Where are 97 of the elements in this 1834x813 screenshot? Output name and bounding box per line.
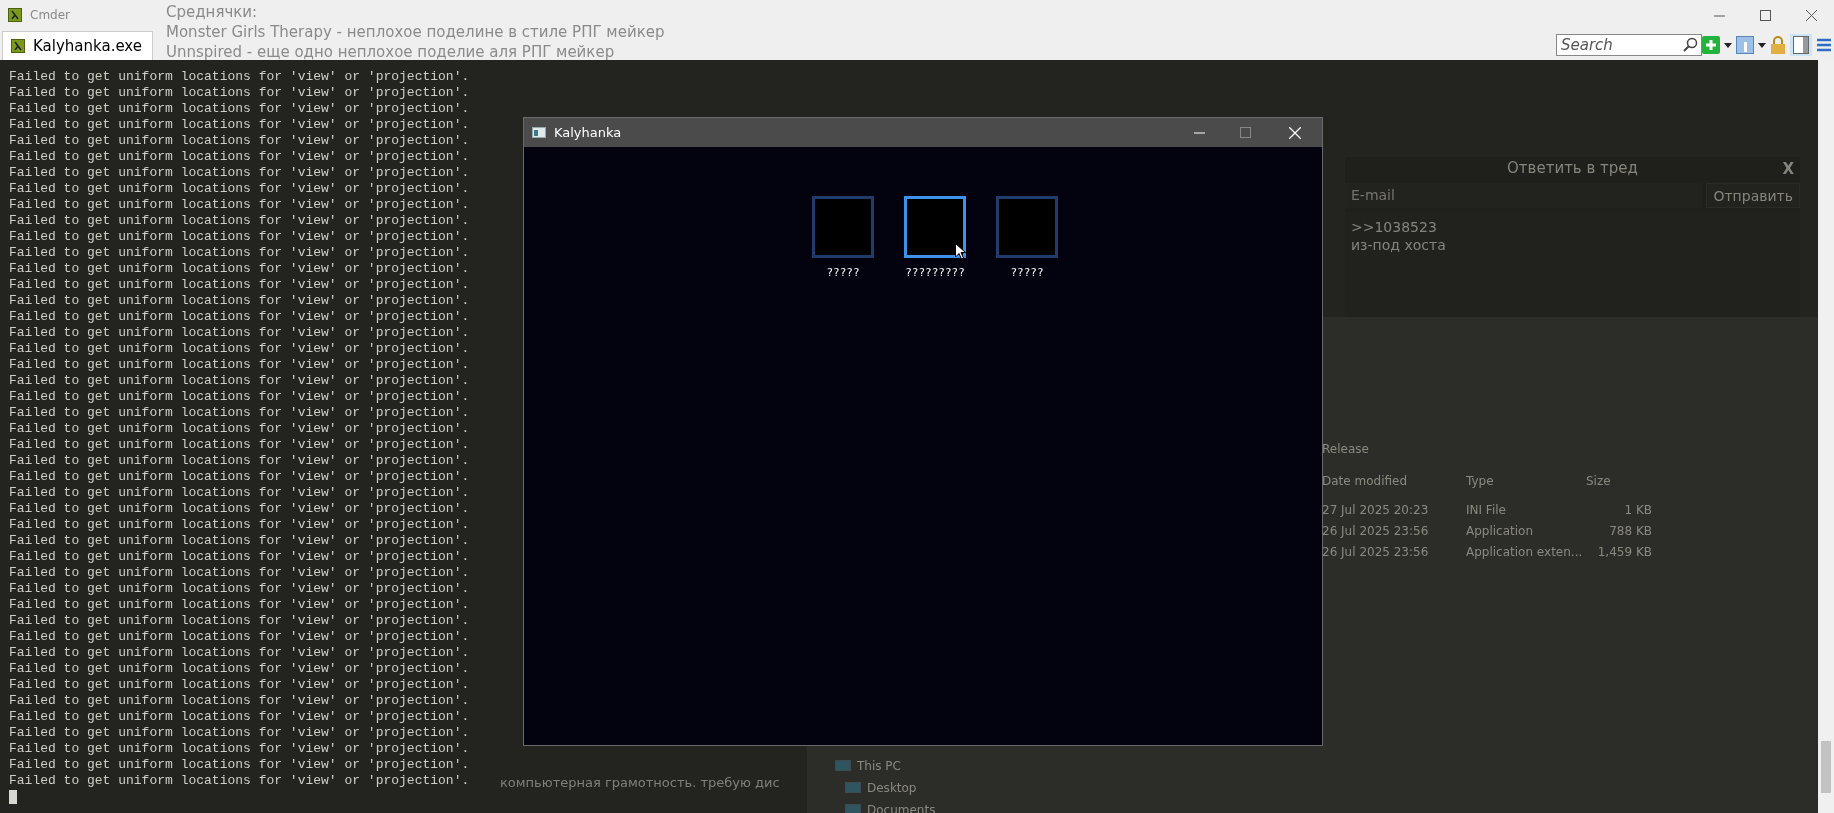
console-line: Failed to get uniform locations for 'view' or 'projection'. [9,725,470,741]
console-line: Failed to get uniform locations for 'view' or 'projection'. [9,645,470,661]
app-icon [8,8,22,22]
console-line: Failed to get uniform locations for 'view' or 'projection'. [9,165,470,181]
table-cell-text: 1 KB [1624,502,1652,519]
table-cell-text: Application exten... [1466,544,1583,561]
scrollbar-thumb[interactable] [1821,741,1831,793]
close-icon [1289,126,1301,139]
console-line: Failed to get uniform locations for 'view' or 'projection'. [9,757,470,773]
console-line: Failed to get uniform locations for 'view' or 'projection'. [9,597,470,613]
caret-icon[interactable] [1724,42,1732,48]
slot-frame[interactable] [904,196,966,258]
folder-title: Release [1322,441,1369,458]
scrollbar[interactable] [1818,60,1834,813]
app-icon [532,127,546,138]
folder-icon [845,781,861,795]
console-line: Failed to get uniform locations for 'view' or 'projection'. [9,133,470,149]
console-line: Failed to get uniform locations for 'view' or 'projection'. [9,469,470,485]
maximize-icon [1759,9,1771,21]
console-line: Failed to get uniform locations for 'view' or 'projection'. [9,69,470,85]
console-line: Failed to get uniform locations for 'view' or 'projection'. [9,501,470,517]
console-line: Failed to get uniform locations for 'view' or 'projection'. [9,533,470,549]
send-button[interactable]: Отправить [1706,183,1800,208]
console-line: Failed to get uniform locations for 'view' or 'projection'. [9,453,470,469]
background-text: Monster Girls Therapy - неплохое поделине в стиле РПГ мейкер [166,22,665,42]
background-text: Unnspired - еще одно неплохое поделие аля РПГ мейкер [166,42,615,62]
console-line: Failed to get uniform locations for 'view' or 'projection'. [9,629,470,645]
computer-icon [835,759,851,773]
console-line: Failed to get uniform locations for 'view' or 'projection'. [9,229,470,245]
console-line: Failed to get uniform locations for 'view' or 'projection'. [9,485,470,501]
console-line: Failed to get uniform locations for 'view' or 'projection'. [9,613,470,629]
background-text: Среднячки: [166,2,258,22]
console-line: Failed to get uniform locations for 'view' or 'projection'. [9,261,470,277]
search-icon[interactable] [1682,37,1698,53]
console-line: Failed to get uniform locations for 'view' or 'projection'. [9,581,470,597]
cursor-icon [9,790,17,804]
window-title: Kalyhanka [554,123,622,142]
console-line: Failed to get uniform locations for 'view' or 'projection'. [9,293,470,309]
nav-item[interactable]: This PC [857,755,901,777]
console-line: Failed to get uniform locations for 'view' or 'projection'. [9,277,470,293]
console-line: Failed to get uniform locations for 'view' or 'projection'. [9,149,470,165]
panel-icon[interactable] [1790,34,1812,56]
table-cell-text: INI File [1466,502,1506,519]
maximize-icon [1239,127,1251,138]
console-line: Failed to get uniform locations for 'view' or 'projection'. [9,709,470,725]
console-line: Failed to get uniform locations for 'view' or 'projection'. [9,565,470,581]
console-line: Failed to get uniform locations for 'view' or 'projection'. [9,325,470,341]
console-line: Failed to get uniform locations for 'view' or 'projection'. [9,661,470,677]
message-text: из-под хоста [1351,236,1447,254]
close-button[interactable]: X [1782,158,1794,181]
console-line: Failed to get uniform locations for 'view' or 'projection'. [9,421,470,437]
console-line: Failed to get uniform locations for 'view' or 'projection'. [9,405,470,421]
background-text: компьютерная грамотность. требую дис [500,774,780,792]
console-line: Failed to get uniform locations for 'view' or 'projection'. [9,693,470,709]
window-title: Cmder [30,7,70,24]
message-text: >>1038523 [1351,218,1438,236]
console-line: Failed to get uniform locations for 'view' or 'projection'. [9,389,470,405]
terminal-tab[interactable]: Kalyhanka.exe [2,31,153,60]
console-line: Failed to get uniform locations for 'view' or 'projection'. [9,549,470,565]
folder-icon [845,803,861,813]
menu-icon[interactable] [1816,37,1832,53]
caret-icon[interactable] [1758,42,1766,48]
column-header: Date modified [1322,473,1408,490]
console-line: Failed to get uniform locations for 'view' or 'projection'. [9,213,470,229]
slot-label: ????? [1010,265,1044,281]
console-line: Failed to get uniform locations for 'view' or 'projection'. [9,117,470,133]
console-line: Failed to get uniform locations for 'view' or 'projection'. [9,197,470,213]
console-line: Failed to get uniform locations for 'view' or 'projection'. [9,773,470,789]
table-cell-text: 26 Jul 2025 23:56 [1322,523,1429,540]
console-line: Failed to get uniform locations for 'view' or 'projection'. [9,181,470,197]
table-cell-text: 27 Jul 2025 20:23 [1322,502,1429,519]
slot-label: ????? [826,265,860,281]
console-line: Failed to get uniform locations for 'view' or 'projection'. [9,357,470,373]
table-cell-text: 1,459 KB [1597,544,1652,561]
app-icon [11,39,25,53]
console-line: Failed to get uniform locations for 'view' or 'projection'. [9,373,470,389]
slot-label: ????????? [905,265,965,281]
column-header: Type [1466,473,1494,490]
console-line: Failed to get uniform locations for 'view' or 'projection'. [9,85,470,101]
panel-title: Ответить в тред [1507,157,1638,179]
console-line: Failed to get uniform locations for 'view' or 'projection'. [9,677,470,693]
column-header: Size [1586,473,1611,490]
console-line: Failed to get uniform locations for 'view' or 'projection'. [9,245,470,261]
console-line: Failed to get uniform locations for 'view' or 'projection'. [9,101,470,117]
cursor-icon [955,243,966,260]
close-icon [1805,9,1817,21]
console-line: Failed to get uniform locations for 'view' or 'projection'. [9,741,470,757]
console-line: Failed to get uniform locations for 'view' or 'projection'. [9,341,470,357]
table-cell-text: 26 Jul 2025 23:56 [1322,544,1429,561]
nav-item[interactable]: Desktop [867,777,917,799]
console-line: Failed to get uniform locations for 'view' or 'projection'. [9,517,470,533]
table-cell-text: 788 KB [1609,523,1652,540]
table-cell-text: Application [1466,523,1534,540]
console-line: Failed to get uniform locations for 'view' or 'projection'. [9,437,470,453]
console-line: Failed to get uniform locations for 'view' or 'projection'. [9,309,470,325]
search-field[interactable]: Search [1556,34,1702,56]
window-icon[interactable] [1736,36,1754,54]
